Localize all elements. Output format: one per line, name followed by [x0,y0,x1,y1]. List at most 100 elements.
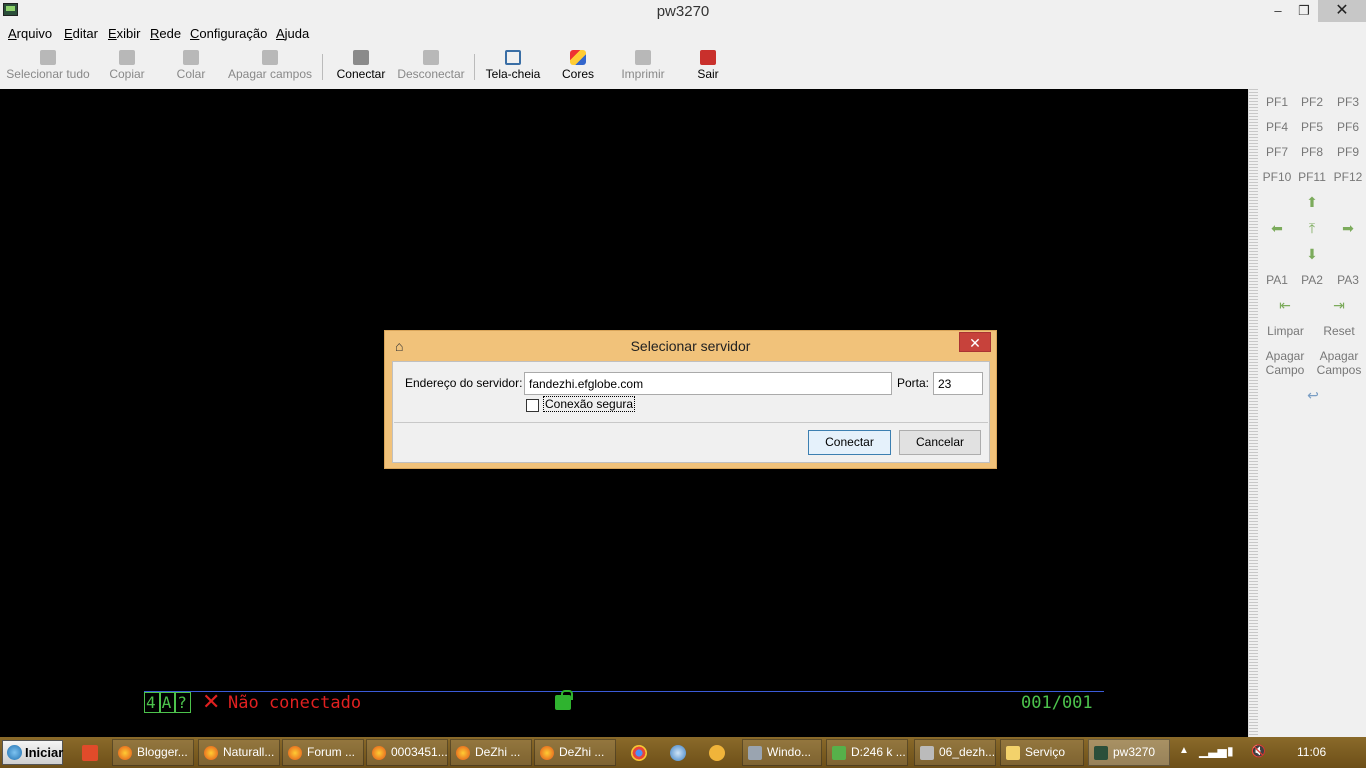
home-arrow-icon[interactable]: ⤒ [1304,221,1320,235]
menu-editar[interactable]: Editar [64,26,98,41]
menu-configuracao[interactable]: Configuração [190,26,267,41]
pf12-key[interactable]: PF12 [1330,170,1366,184]
pf4-key[interactable]: PF4 [1259,120,1295,134]
opera-icon[interactable] [82,745,98,761]
clear-key[interactable]: Limpar [1263,324,1308,338]
keypad-grip[interactable] [1249,89,1258,737]
tab-icon[interactable]: ⇥ [1331,298,1347,312]
arrow-left-icon[interactable]: ⬅ [1269,221,1285,235]
task-0003451[interactable]: 0003451... [366,739,448,766]
pa3-key[interactable]: PA3 [1330,273,1366,287]
pf3-key[interactable]: PF3 [1330,95,1366,109]
battery-icon[interactable]: ▮ [1227,744,1234,758]
colors-button[interactable]: Cores [560,50,596,81]
erase-field-key[interactable]: Apagar Campo [1261,349,1309,377]
paste-label: Colar [176,67,206,81]
erase-fields-key[interactable]: Apagar Campos [1313,349,1365,377]
reset-key[interactable]: Reset [1317,324,1361,338]
pf6-key[interactable]: PF6 [1330,120,1366,134]
arrow-up-icon[interactable]: ⬆ [1304,195,1320,209]
pf8-key[interactable]: PF8 [1294,145,1330,159]
oia-indicator-4: 4 [144,692,160,713]
firefox-icon [372,746,386,760]
menu-arquivo[interactable]: Arquivo [8,26,52,41]
task-06-dezh[interactable]: 06_dezh... [914,739,996,766]
enter-icon[interactable]: ↩ [1305,388,1321,402]
pf2-key[interactable]: PF2 [1294,95,1330,109]
chrome-icon[interactable] [631,745,647,761]
erase-fields-label: Apagar campos [227,67,313,81]
pa1-key[interactable]: PA1 [1259,273,1295,287]
close-window-button[interactable]: ✕ [1318,0,1366,22]
port-input[interactable] [933,372,983,395]
task-label: Forum ... [307,745,356,759]
menu-rede[interactable]: Rede [150,26,181,41]
globe-icon[interactable] [670,745,686,761]
task-label: Windo... [767,745,812,759]
task-blogger[interactable]: Blogger... [112,739,194,766]
image-icon [920,746,934,760]
connect-button[interactable]: Conectar [808,430,891,455]
pf7-key[interactable]: PF7 [1259,145,1295,159]
clock[interactable]: 11:06 [1297,745,1326,759]
dialog-title: Selecionar servidor [630,338,751,354]
erase-fields-button[interactable]: Apagar campos [226,50,314,81]
disconnect-icon [423,50,439,65]
task-dezhi-2[interactable]: DeZhi ... [534,739,616,766]
connect-toolbar-button[interactable]: Conectar [334,50,388,81]
print-label: Imprimir [621,67,665,81]
pf5-key[interactable]: PF5 [1294,120,1330,134]
dialog-close-button[interactable]: ✕ [959,332,991,352]
exit-label: Sair [697,67,719,81]
task-label: DeZhi ... [559,745,605,759]
tray-expand-icon[interactable]: ▲ [1179,745,1189,756]
pf9-key[interactable]: PF9 [1330,145,1366,159]
dialog-body: Endereço do servidor: Porta: Conexão seg… [392,361,990,463]
paste-button[interactable]: Colar [172,50,210,81]
pf1-key[interactable]: PF1 [1259,95,1295,109]
start-button[interactable]: Iniciar [2,740,63,765]
task-download[interactable]: D:246 k ... [826,739,908,766]
erase-fields-label-1: Apagar [1319,349,1359,363]
secure-connection-checkbox[interactable] [526,399,539,412]
pf11-key[interactable]: PF11 [1294,170,1330,184]
pf10-key[interactable]: PF10 [1259,170,1295,184]
keypad-panel: PF1 PF2 PF3 PF4 PF5 PF6 PF7 PF8 PF9 PF10… [1248,89,1366,737]
cancel-button[interactable]: Cancelar [899,430,981,455]
firefox-icon [288,746,302,760]
pa2-key[interactable]: PA2 [1294,273,1330,287]
task-servico[interactable]: Serviço [1000,739,1084,766]
task-pw3270[interactable]: pw3270 [1088,739,1170,766]
task-windows[interactable]: Windo... [742,739,822,766]
connect-icon [353,50,369,65]
pw3270-icon [1094,746,1108,760]
arrow-down-icon[interactable]: ⬇ [1304,247,1320,261]
menu-ajuda[interactable]: Ajuda [276,26,309,41]
disconnect-label: Desconectar [397,67,465,81]
arrow-right-icon[interactable]: ➡ [1340,221,1356,235]
warning-icon[interactable] [709,745,725,761]
print-button[interactable]: Imprimir [618,50,668,81]
exit-button[interactable]: Sair [694,50,722,81]
copy-button[interactable]: Copiar [104,50,150,81]
task-naturall[interactable]: Naturall... [198,739,280,766]
maximize-button[interactable]: ❐ [1290,0,1318,22]
fullscreen-label: Tela-cheia [485,67,541,81]
disconnect-button[interactable]: Desconectar [396,50,466,81]
task-label: Naturall... [223,745,275,759]
erase-fields-label-2: Campos [1316,363,1362,377]
task-forum[interactable]: Forum ... [282,739,364,766]
firefox-icon [456,746,470,760]
minimize-button[interactable]: – [1266,0,1290,22]
network-signal-icon[interactable]: ▁▃▅ [1199,744,1227,758]
fullscreen-button[interactable]: Tela-cheia [484,50,542,81]
firefox-icon [540,746,554,760]
select-all-button[interactable]: Selecionar tudo [6,50,90,81]
secure-connection-label[interactable]: Conexão segura [542,396,636,412]
task-dezhi-1[interactable]: DeZhi ... [450,739,532,766]
server-address-input[interactable] [524,372,892,395]
backtab-icon[interactable]: ⇤ [1277,298,1293,312]
toolbar-separator [322,54,323,80]
menu-exibir[interactable]: Exibir [108,26,141,41]
volume-muted-icon[interactable]: 🔇 [1251,744,1266,758]
